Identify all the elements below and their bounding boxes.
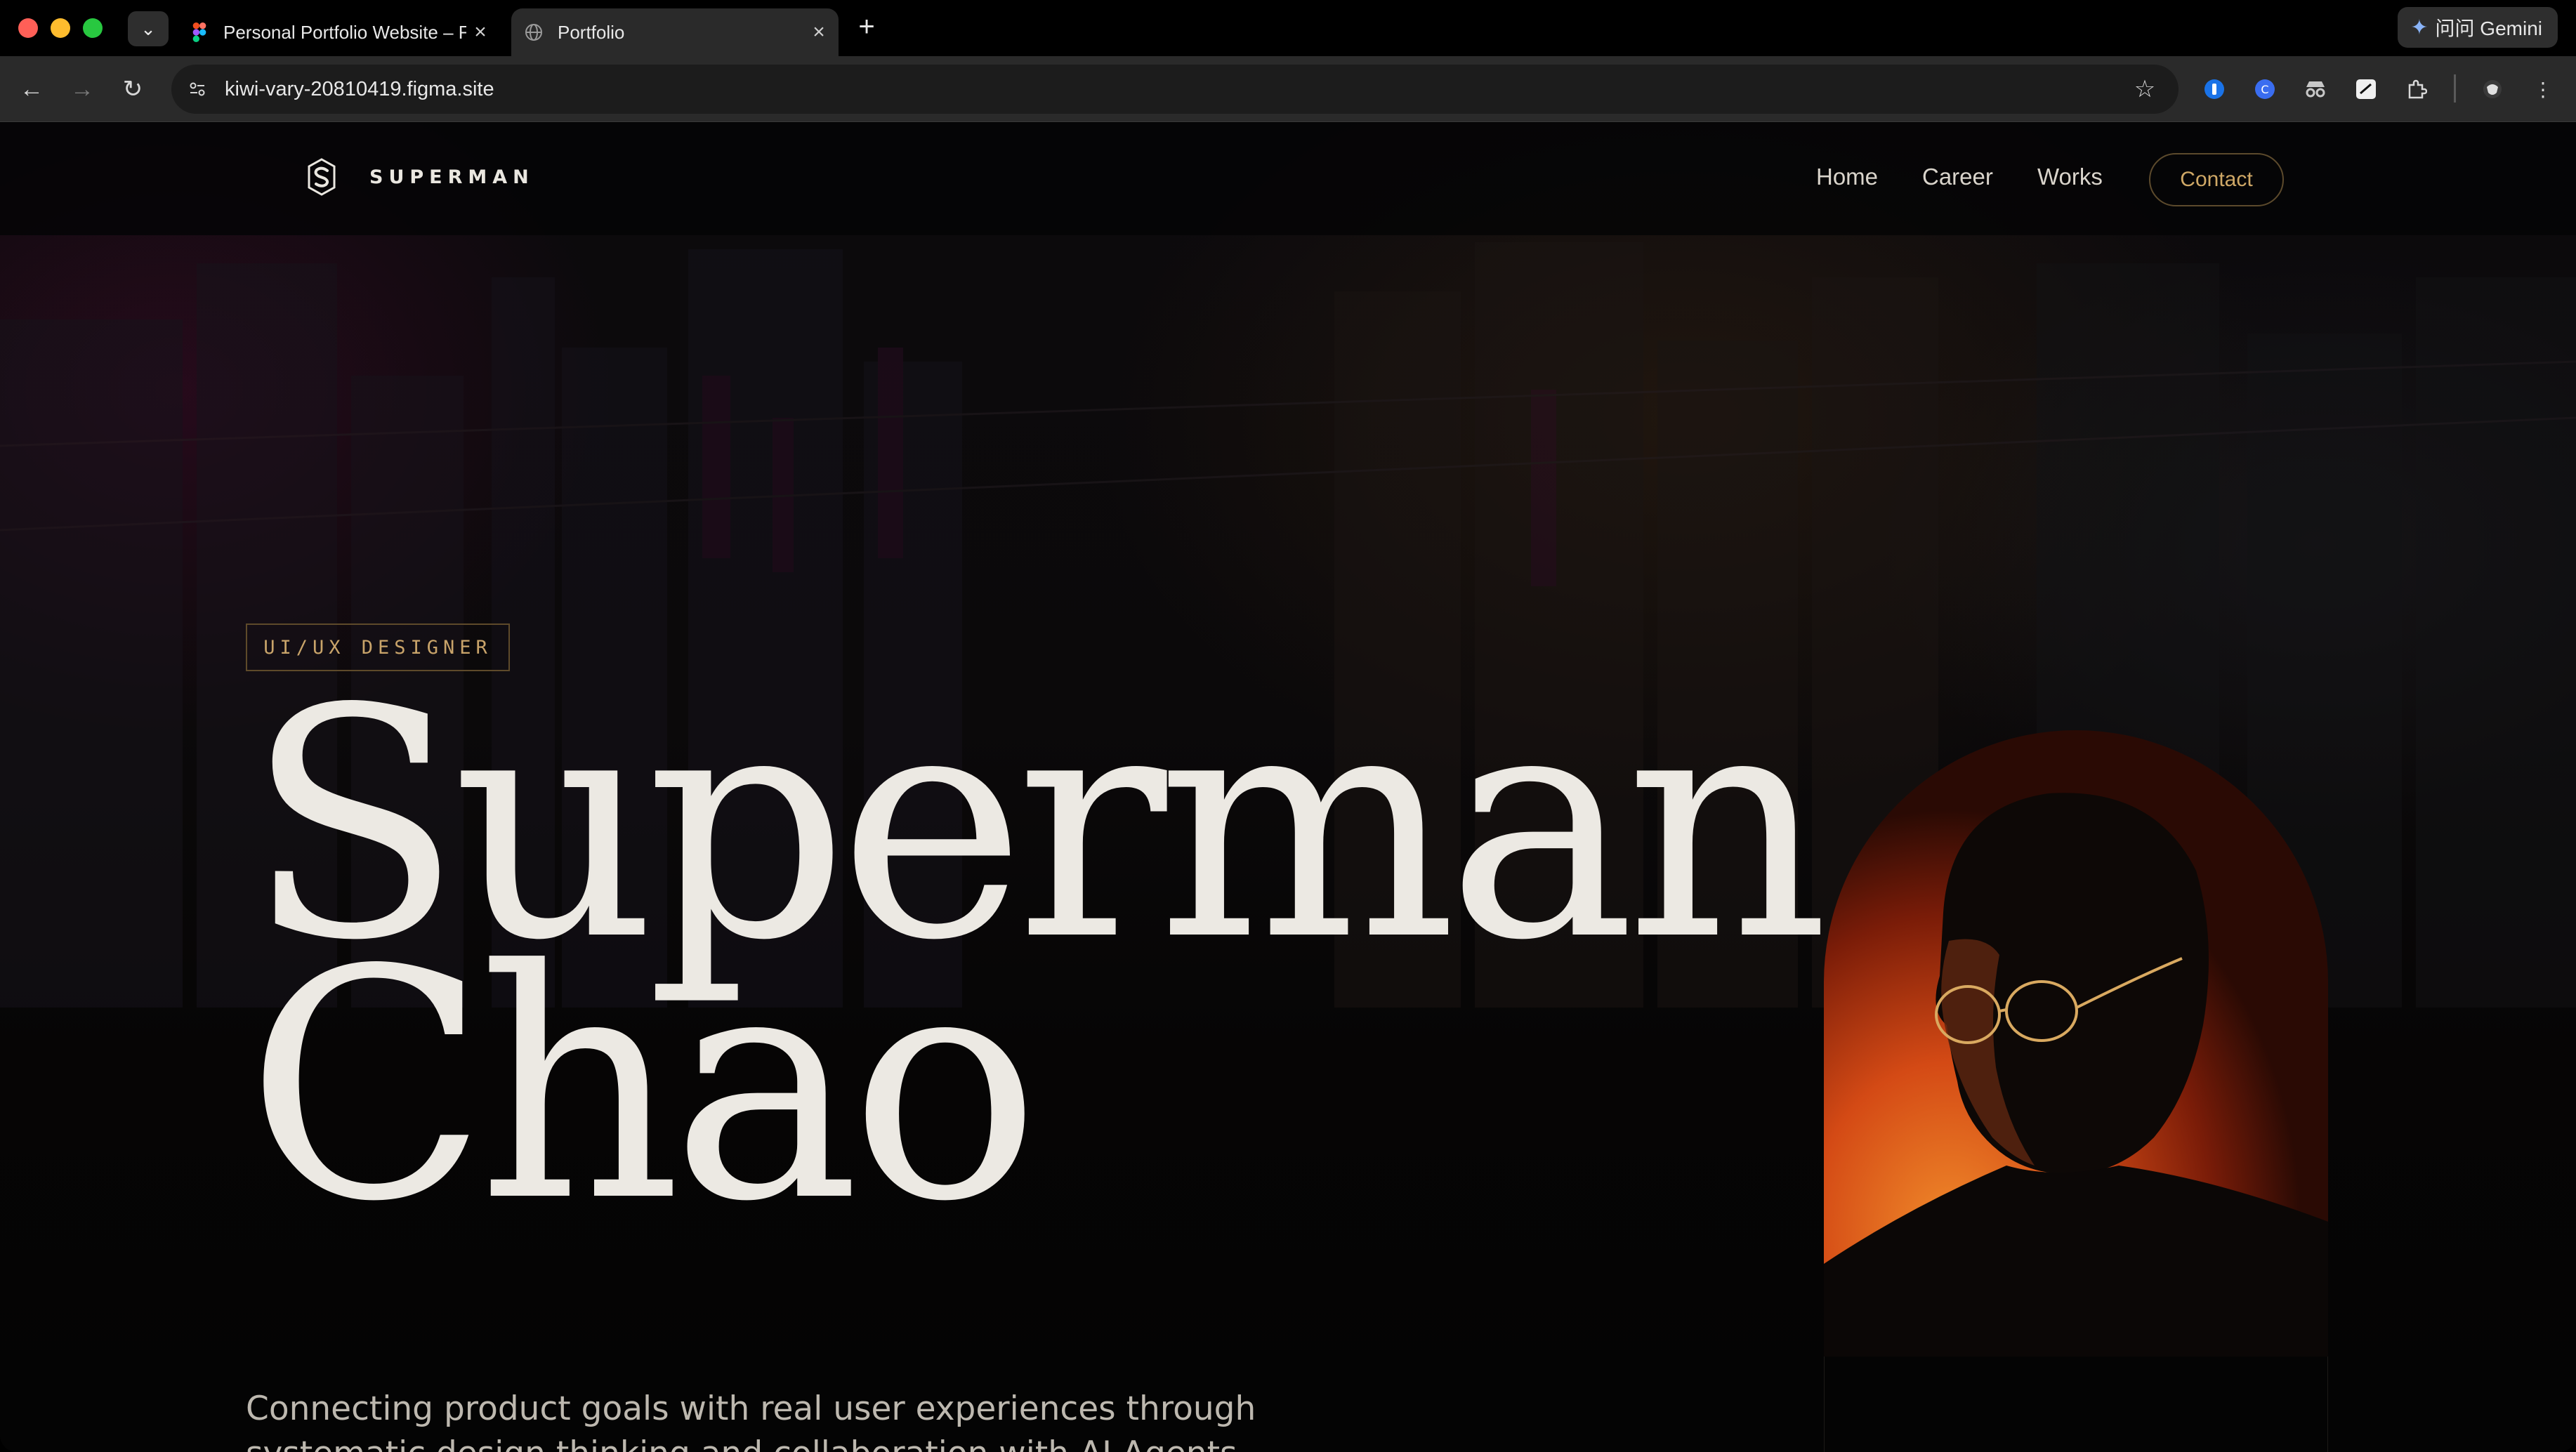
c-extension-icon[interactable]: C (2247, 72, 2282, 107)
puzzle-extensions-icon[interactable] (2399, 72, 2434, 107)
svg-text:C: C (2261, 83, 2268, 96)
address-bar[interactable]: kiwi-vary-20810419.figma.site ☆ (171, 65, 2179, 114)
profile-portrait (1824, 730, 2328, 1357)
window-maximize-button[interactable] (83, 18, 103, 38)
new-tab-button[interactable]: + (851, 13, 882, 44)
more-menu-icon[interactable]: ⋮ (2525, 72, 2561, 107)
tab-title: Personal Portfolio Website – F (223, 21, 466, 43)
tab-title: Portfolio (558, 21, 625, 43)
close-icon[interactable]: × (805, 20, 833, 44)
s-logo-icon (308, 158, 336, 196)
nav-works-link[interactable]: Works (2037, 164, 2103, 190)
figma-icon (190, 22, 209, 42)
gemini-sparkle-icon: ✦ (2410, 15, 2429, 39)
back-arrow-icon[interactable]: ← (14, 72, 49, 107)
site-settings-icon[interactable] (180, 72, 215, 107)
hero-name: Superman Chao (246, 668, 1829, 1245)
logo-text: SUPERMAN (369, 166, 534, 188)
window-close-button[interactable] (18, 18, 38, 38)
nav-career-link[interactable]: Career (1922, 164, 1993, 190)
tagline-line2: systematic design thinking and collabora… (246, 1434, 1247, 1452)
site-header: SUPERMAN Home Career Works Contact (0, 123, 2576, 235)
site-logo[interactable]: SUPERMAN (306, 158, 534, 196)
profile-avatar-icon[interactable] (2475, 72, 2510, 107)
tab-bar: ⌄ Personal Portfolio Website – F × Portf… (0, 0, 2576, 56)
forward-arrow-icon[interactable]: → (65, 72, 100, 107)
gemini-label: 问问 Gemini (2435, 18, 2542, 39)
globe-icon (524, 22, 544, 42)
toolbar-divider (2454, 74, 2456, 103)
reload-icon[interactable]: ↻ (115, 72, 150, 107)
browser-window: ⌄ Personal Portfolio Website – F × Portf… (0, 0, 2576, 1452)
nav-home-link[interactable]: Home (1816, 164, 1878, 190)
tab-figma[interactable]: Personal Portfolio Website – F × (180, 8, 500, 56)
bookmark-star-icon[interactable]: ☆ (2124, 75, 2166, 103)
portfolio-page: SUPERMAN Home Career Works Contact UI/UX… (0, 123, 2576, 1452)
spy-extension-icon[interactable] (2298, 72, 2333, 107)
portrait-frame (1824, 1357, 2328, 1452)
hero-tagline: Connecting product goals with real user … (246, 1387, 1440, 1452)
portrait-silhouette (1824, 793, 2328, 1357)
url-text[interactable]: kiwi-vary-20810419.figma.site (225, 78, 2124, 101)
gemini-button[interactable]: ✦ 问问 Gemini (2398, 7, 2558, 48)
window-minimize-button[interactable] (51, 18, 70, 38)
tab-search-button[interactable]: ⌄ (128, 11, 169, 46)
chevron-down-icon: ⌄ (140, 18, 156, 39)
tagline-line1: Connecting product goals with real user … (246, 1390, 1256, 1428)
close-icon[interactable]: × (466, 20, 494, 44)
tab-portfolio[interactable]: Portfolio × (511, 8, 839, 56)
send-extension-icon[interactable] (2348, 72, 2384, 107)
contact-button[interactable]: Contact (2149, 153, 2284, 206)
browser-toolbar: ← → ↻ kiwi-vary-20810419.figma.site ☆ C … (0, 56, 2576, 122)
password-manager-extension-icon[interactable] (2197, 72, 2232, 107)
